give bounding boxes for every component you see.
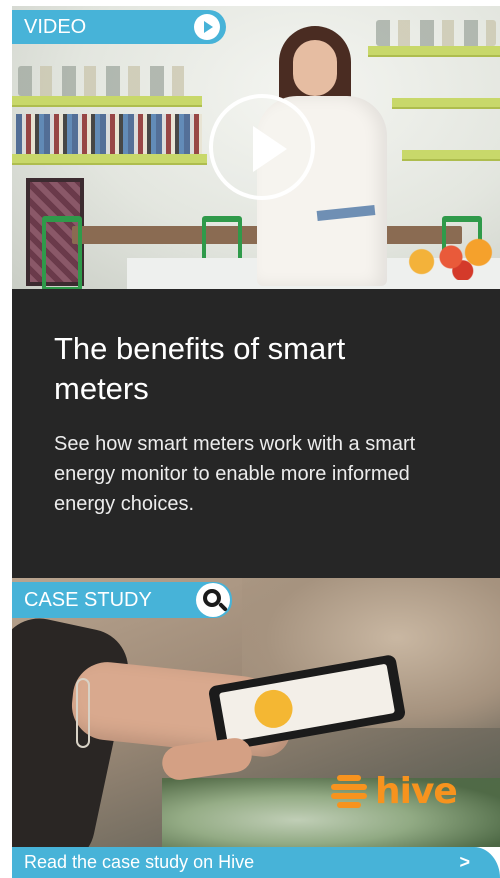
hive-mark-icon: [331, 771, 369, 811]
play-triangle: [253, 126, 287, 172]
case-study-tag: CASE STUDY: [12, 582, 232, 618]
cta-label: Read the case study on Hive: [24, 852, 255, 872]
hive-logo: hive: [331, 769, 458, 813]
fruit-bowl: [402, 234, 500, 280]
thermostat-dial-icon: [251, 686, 296, 731]
info-panel: The benefits of smart meters See how sma…: [12, 289, 500, 578]
case-study-link[interactable]: Read the case study on Hive >: [12, 847, 500, 878]
chair: [42, 216, 82, 289]
shelf: [12, 154, 207, 165]
hive-wordmark: hive: [375, 770, 458, 812]
video-thumbnail[interactable]: [12, 6, 500, 289]
panel-description: See how smart meters work with a smart e…: [54, 433, 416, 515]
search-icon: [196, 583, 230, 617]
shelf-items: [18, 66, 188, 96]
bracelet: [76, 678, 90, 748]
video-tag-label: VIDEO: [24, 16, 87, 38]
video-tag: VIDEO: [12, 10, 226, 44]
panel-title: The benefits of smart meters: [54, 331, 346, 406]
shelf: [402, 150, 500, 161]
books: [16, 114, 202, 154]
chevron-right-icon: >: [459, 852, 470, 872]
case-study-tag-label: CASE STUDY: [24, 589, 152, 611]
shelf: [392, 98, 500, 109]
play-button-icon[interactable]: [209, 94, 315, 200]
play-circle-icon: [194, 14, 220, 40]
shelf: [12, 96, 202, 107]
